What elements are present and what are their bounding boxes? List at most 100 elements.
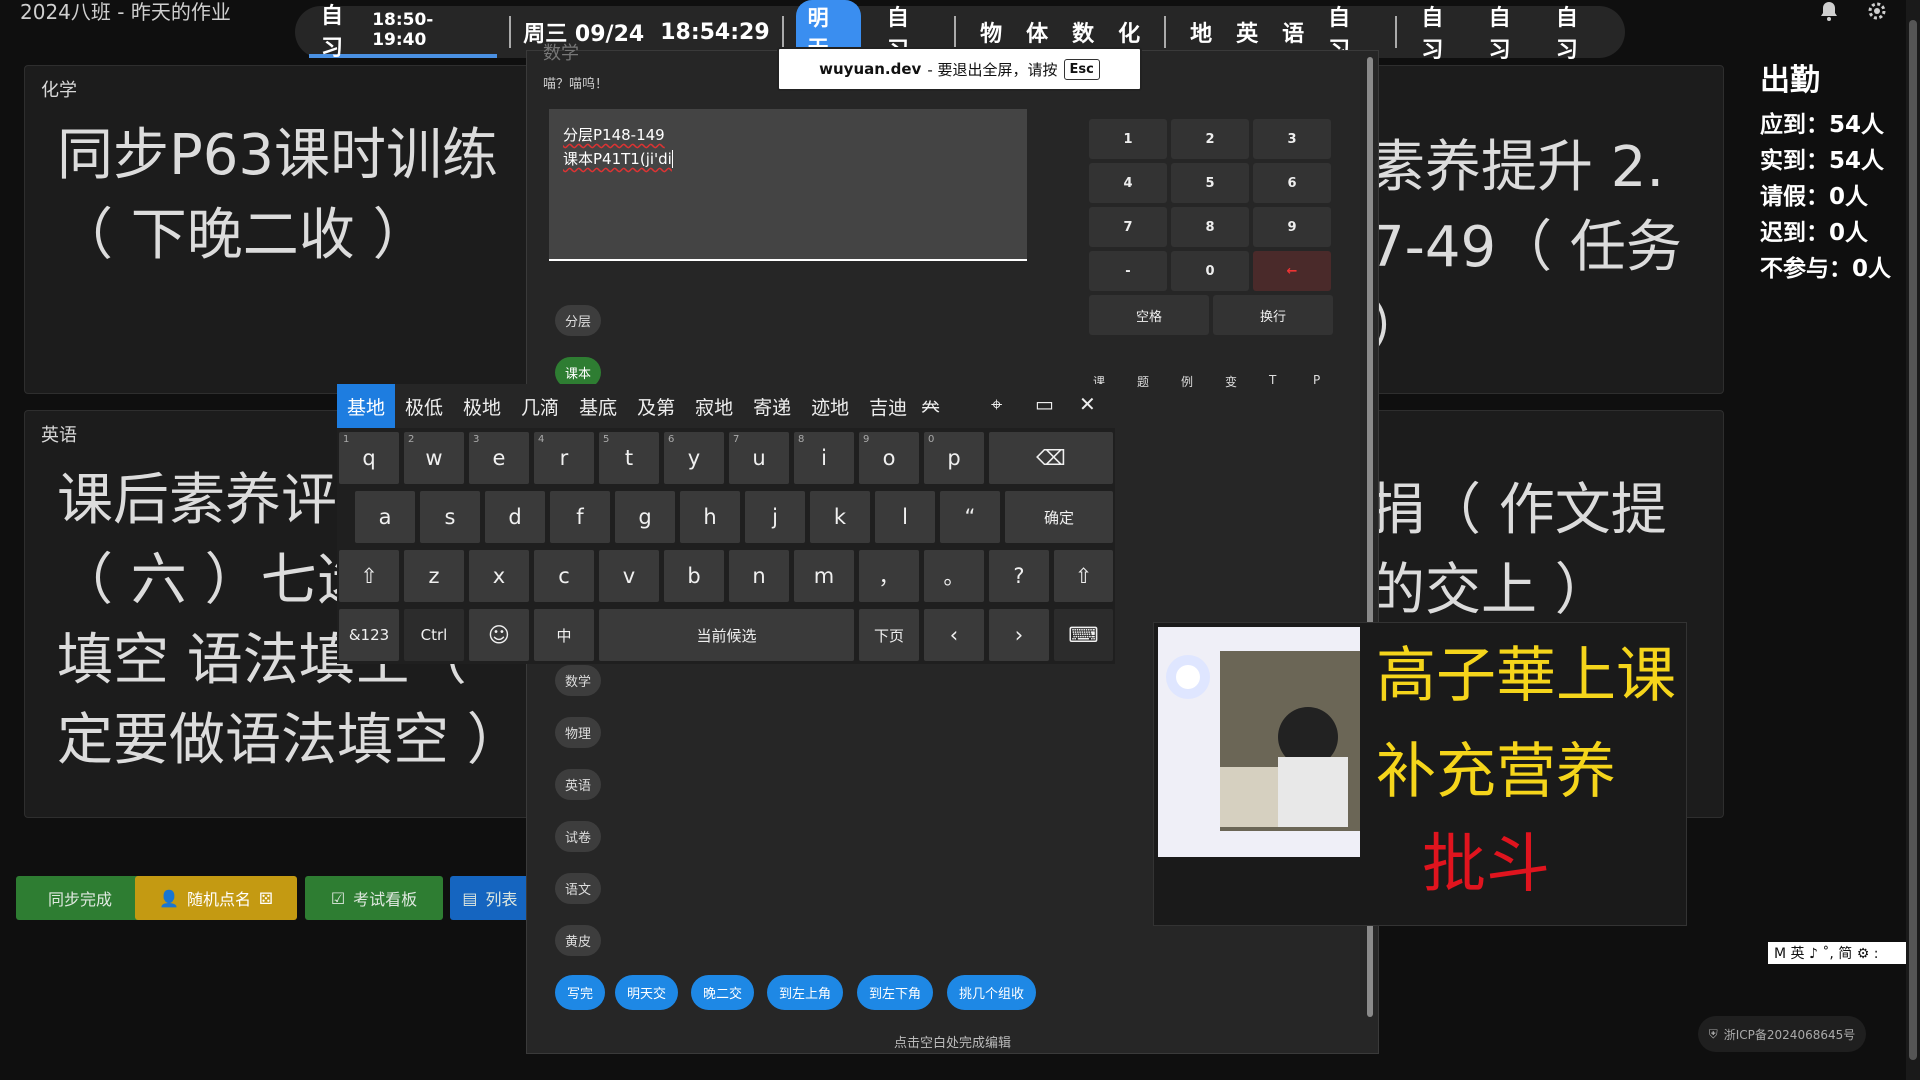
- letter-key[interactable]: 5t: [599, 432, 659, 484]
- numpad-key[interactable]: 8: [1171, 207, 1249, 247]
- letter-key[interactable]: 6y: [664, 432, 724, 484]
- letter-key[interactable]: v: [599, 550, 659, 602]
- letter-key[interactable]: 3e: [469, 432, 529, 484]
- numpad-key[interactable]: 7: [1089, 207, 1167, 247]
- shift-key[interactable]: ⇧: [339, 550, 399, 602]
- quick-tag[interactable]: 晚二交: [691, 975, 755, 1010]
- space-key[interactable]: 空格: [1089, 295, 1209, 335]
- quick-tag[interactable]: 写完: [555, 975, 606, 1010]
- tag-chip[interactable]: 黄皮: [555, 925, 602, 956]
- tag-chip[interactable]: 语文: [555, 873, 602, 904]
- homework-card-chemistry[interactable]: 化学 同步P63课时训练 （ 下晚二收 ）: [24, 65, 531, 394]
- letter-key[interactable]: c: [534, 550, 594, 602]
- letter-key[interactable]: h: [680, 491, 740, 543]
- ctrl-key[interactable]: Ctrl: [404, 609, 464, 661]
- newline-key[interactable]: 换行: [1213, 295, 1333, 335]
- numpad-key[interactable]: 1: [1089, 119, 1167, 159]
- letter-key[interactable]: f: [550, 491, 610, 543]
- tag-chip[interactable]: 数学: [555, 665, 602, 696]
- left-arrow-key[interactable]: ‹: [924, 609, 984, 661]
- numpad-key[interactable]: 4: [1089, 163, 1167, 203]
- exam-board-button[interactable]: ☑ 考试看板: [305, 876, 443, 920]
- mini-tab[interactable]: T: [1269, 373, 1276, 387]
- letter-key[interactable]: 2w: [404, 432, 464, 484]
- candidate-word[interactable]: 迹地: [801, 384, 859, 428]
- numpad-key[interactable]: 5: [1171, 163, 1249, 203]
- candidate-word[interactable]: 基地: [337, 384, 396, 428]
- candidate-word[interactable]: 及第: [627, 384, 685, 428]
- letter-key[interactable]: 。: [924, 550, 984, 602]
- quick-tag[interactable]: 到左下角: [857, 975, 934, 1010]
- letter-key[interactable]: j: [745, 491, 805, 543]
- random-call-button[interactable]: 👤 随机点名 ⚄: [135, 876, 297, 920]
- letter-key[interactable]: 9o: [859, 432, 919, 484]
- mini-tab[interactable]: 题: [1137, 373, 1149, 390]
- candidate-word[interactable]: 极低: [395, 384, 453, 428]
- mini-tab[interactable]: 变: [1225, 373, 1237, 390]
- letter-key[interactable]: x: [469, 550, 529, 602]
- tag-chip[interactable]: 英语: [555, 769, 602, 800]
- numpad-backspace[interactable]: ←: [1253, 251, 1331, 291]
- keyboard-hide-key[interactable]: ⌨: [1054, 609, 1113, 661]
- candidate-word[interactable]: 寄递: [743, 384, 801, 428]
- touch-keyboard[interactable]: 基地 极低 极地 几滴 基底 及第 寂地 寄递 迹地 吉迪 𠔉 ⌖ ▭ ✕ 1q…: [337, 384, 1115, 664]
- enter-key[interactable]: 确定: [1005, 491, 1113, 543]
- language-key[interactable]: 中: [534, 609, 594, 661]
- letter-key[interactable]: m: [794, 550, 854, 602]
- symbols-key[interactable]: &123: [339, 609, 399, 661]
- letter-key[interactable]: b: [664, 550, 724, 602]
- letter-key[interactable]: s: [420, 491, 480, 543]
- tag-chip[interactable]: 分层: [555, 305, 602, 336]
- numpad-key[interactable]: -: [1089, 251, 1167, 291]
- letter-key[interactable]: g: [615, 491, 675, 543]
- mini-tab[interactable]: P: [1313, 373, 1320, 387]
- candidate-word[interactable]: 寂地: [685, 384, 743, 428]
- dock-icon[interactable]: ▭: [1035, 392, 1054, 416]
- letter-key[interactable]: d: [485, 491, 545, 543]
- scrollbar-thumb[interactable]: [1909, 20, 1917, 1060]
- bell-icon[interactable]: [1818, 0, 1840, 22]
- letter-key[interactable]: z: [404, 550, 464, 602]
- letter-key[interactable]: 0p: [924, 432, 984, 484]
- homework-card-right-top[interactable]: 素养提升 2. 7-49（ 任务 ）: [1369, 65, 1724, 394]
- list-button[interactable]: ▤ 列表: [450, 876, 530, 920]
- space-key[interactable]: 当前候选: [599, 609, 854, 661]
- letter-key[interactable]: n: [729, 550, 789, 602]
- letter-key[interactable]: k: [810, 491, 870, 543]
- icp-badge[interactable]: ⛨ 浙ICP备2024068645号: [1698, 1016, 1866, 1052]
- candidate-word[interactable]: 𠔉: [917, 384, 944, 428]
- mini-tab[interactable]: 例: [1181, 373, 1193, 390]
- homework-textarea[interactable]: 分层P148-149 课本P41T1(ji'di: [549, 109, 1027, 261]
- numpad-key[interactable]: 6: [1253, 163, 1331, 203]
- letter-key[interactable]: 1q: [339, 432, 399, 484]
- letter-key[interactable]: a: [355, 491, 415, 543]
- backspace-key[interactable]: ⌫: [989, 432, 1113, 484]
- numpad-key[interactable]: 3: [1253, 119, 1331, 159]
- numpad-key[interactable]: 2: [1171, 119, 1249, 159]
- emoji-key[interactable]: ☺: [469, 609, 529, 661]
- letter-key[interactable]: ，: [859, 550, 919, 602]
- tag-chip[interactable]: 物理: [555, 717, 602, 748]
- letter-key[interactable]: 8i: [794, 432, 854, 484]
- candidate-word[interactable]: 吉迪: [859, 384, 917, 428]
- numpad-key[interactable]: 9: [1253, 207, 1331, 247]
- candidate-word[interactable]: 基底: [569, 384, 627, 428]
- close-icon[interactable]: ✕: [1079, 392, 1096, 416]
- gear-icon[interactable]: [1866, 0, 1888, 22]
- tag-chip[interactable]: 试卷: [555, 821, 602, 852]
- sync-done-button[interactable]: 同步完成: [16, 876, 144, 920]
- numpad-key[interactable]: 0: [1171, 251, 1249, 291]
- quick-tag[interactable]: 到左上角: [767, 975, 844, 1010]
- ime-toolbar[interactable]: M 英 ♪ ˚, 简 ⚙ :: [1768, 942, 1920, 964]
- candidate-word[interactable]: 几滴: [511, 384, 569, 428]
- next-page-key[interactable]: 下页: [859, 609, 919, 661]
- candidate-word[interactable]: 极地: [453, 384, 511, 428]
- letter-key[interactable]: 7u: [729, 432, 789, 484]
- quick-tag[interactable]: 明天交: [615, 975, 679, 1010]
- shift-key[interactable]: ⇧: [1054, 550, 1113, 602]
- quick-tag[interactable]: 挑几个组收: [947, 975, 1037, 1010]
- page-scrollbar[interactable]: [1906, 0, 1920, 1080]
- move-icon[interactable]: ⌖: [991, 392, 1002, 416]
- letter-key[interactable]: 4r: [534, 432, 594, 484]
- letter-key[interactable]: “: [940, 491, 1000, 543]
